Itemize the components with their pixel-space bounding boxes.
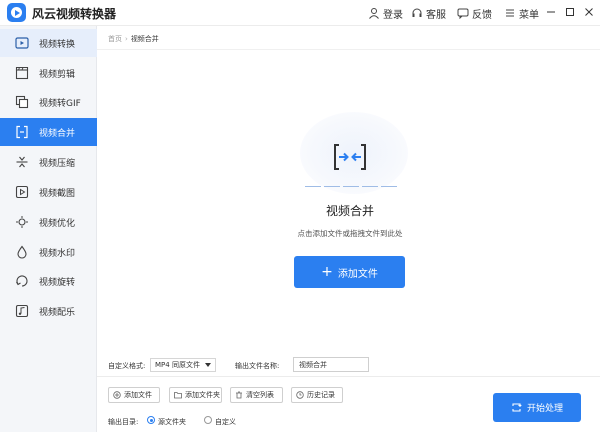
caret-down-icon	[205, 363, 211, 367]
plus-icon: +	[321, 264, 333, 280]
drop-hint: 点击添加文件或拖拽文件到此处	[297, 229, 403, 238]
sidebar-item-video-watermark[interactable]: 视频水印	[0, 238, 97, 266]
clear-list-button[interactable]: 清空列表	[230, 387, 283, 403]
menu-icon	[506, 9, 514, 17]
sidebar-item-video-optimize[interactable]: 视频优化	[0, 208, 97, 236]
history-label: 历史记录	[307, 391, 335, 399]
service-button[interactable]: 客服	[411, 5, 446, 21]
add-file-small-label: 添加文件	[124, 391, 152, 399]
compress-icon	[16, 156, 28, 168]
add-folder-button[interactable]: 添加文件夹	[169, 387, 222, 403]
sidebar-item-label: 视频配乐	[39, 308, 76, 318]
history-button[interactable]: 历史记录	[291, 387, 343, 403]
optimize-icon	[16, 216, 28, 228]
sidebar-item-video-screenshot[interactable]: 视频截图	[0, 178, 97, 206]
add-file-label: 添加文件	[337, 268, 378, 280]
sidebar-item-label: 视频旋转	[39, 278, 76, 288]
start-process-button[interactable]: 开始处理	[493, 393, 581, 422]
rotate-icon	[16, 275, 28, 287]
app-logo-icon	[7, 3, 26, 22]
radio-custom[interactable]	[204, 416, 212, 424]
app-title: 风云视频转换器	[32, 7, 117, 21]
menu-label: 菜单	[519, 9, 539, 21]
merge-hero-icon	[334, 144, 366, 170]
sidebar-item-label: 视频剪辑	[39, 70, 76, 80]
merge-icon	[16, 125, 28, 139]
format-value: MP4 同原文件	[155, 361, 200, 369]
divider	[97, 49, 600, 50]
output-name-input[interactable]: 视频合并	[293, 357, 369, 372]
sidebar-item-label: 视频压缩	[39, 159, 76, 169]
screenshot-icon	[15, 185, 29, 199]
breadcrumb-home[interactable]: 首页	[108, 34, 122, 44]
add-circle-icon	[113, 391, 121, 399]
output-name-label: 输出文件名称:	[235, 362, 280, 370]
service-label: 客服	[426, 9, 446, 21]
feedback-label: 反馈	[472, 9, 492, 21]
sidebar-item-video-compress[interactable]: 视频压缩	[0, 148, 97, 176]
clear-list-label: 清空列表	[246, 391, 274, 399]
sidebar-item-label: 视频转换	[39, 40, 76, 50]
sidebar-item-video-merge[interactable]: 视频合并	[0, 118, 97, 146]
headset-icon	[412, 8, 422, 17]
source-folder-label: 源文件夹	[158, 418, 186, 426]
start-label: 开始处理	[526, 404, 563, 414]
sidebar-item-label: 视频合并	[39, 129, 76, 139]
format-select[interactable]: MP4 同原文件	[150, 358, 216, 372]
hero-underline	[305, 186, 397, 188]
sidebar-item-label: 视频截图	[39, 189, 76, 199]
refresh-icon	[512, 403, 522, 412]
maximize-button[interactable]	[562, 4, 578, 20]
breadcrumb: 首页 › 视频合并	[108, 34, 159, 44]
login-label: 登录	[383, 9, 403, 21]
radio-source-folder[interactable]	[147, 416, 155, 424]
sidebar-item-label: 视频水印	[39, 249, 76, 259]
title-bar: 风云视频转换器 登录 客服 反馈 菜单	[0, 0, 600, 26]
menu-button[interactable]: 菜单	[504, 5, 539, 21]
clock-icon	[296, 391, 304, 399]
video-convert-icon	[15, 37, 29, 49]
close-icon	[585, 8, 593, 16]
sidebar-item-video-to-gif[interactable]: 视频转GIF	[0, 88, 97, 116]
add-file-button[interactable]: + 添加文件	[294, 256, 405, 288]
output-dir-label: 输出目录:	[108, 418, 139, 426]
sidebar-item-video-convert[interactable]: 视频转换	[0, 29, 97, 57]
maximize-icon	[566, 8, 574, 16]
trash-icon	[236, 391, 242, 399]
divider	[97, 376, 600, 377]
sidebar: 视频转换 视频剪辑 视频转GIF 视频合并 视频压缩 视频截图 视频优化 视频水…	[0, 26, 97, 432]
sidebar-item-label: 视频转GIF	[39, 99, 81, 109]
sidebar-item-video-rotate[interactable]: 视频旋转	[0, 267, 97, 295]
add-file-small-button[interactable]: 添加文件	[108, 387, 160, 403]
login-button[interactable]: 登录	[368, 5, 403, 21]
gif-icon	[15, 95, 29, 109]
sidebar-item-label: 视频优化	[39, 219, 76, 229]
clapperboard-icon	[15, 66, 29, 80]
custom-label: 自定义	[215, 418, 236, 426]
chevron-right-icon: ›	[125, 35, 128, 43]
minimize-icon	[547, 11, 555, 13]
output-name-value: 视频合并	[299, 360, 327, 369]
music-icon	[15, 304, 29, 318]
minimize-button[interactable]	[543, 4, 559, 20]
page-title: 视频合并	[325, 204, 374, 218]
user-icon	[369, 8, 379, 19]
chat-icon	[457, 8, 469, 19]
sidebar-item-video-music[interactable]: 视频配乐	[0, 297, 97, 325]
breadcrumb-current: 视频合并	[130, 35, 159, 43]
feedback-button[interactable]: 反馈	[457, 5, 492, 21]
format-label: 自定义格式:	[108, 362, 146, 370]
close-button[interactable]	[581, 4, 597, 20]
watermark-icon	[17, 245, 27, 259]
sidebar-item-video-edit[interactable]: 视频剪辑	[0, 59, 97, 87]
folder-icon	[174, 392, 182, 399]
add-folder-label: 添加文件夹	[185, 391, 220, 399]
